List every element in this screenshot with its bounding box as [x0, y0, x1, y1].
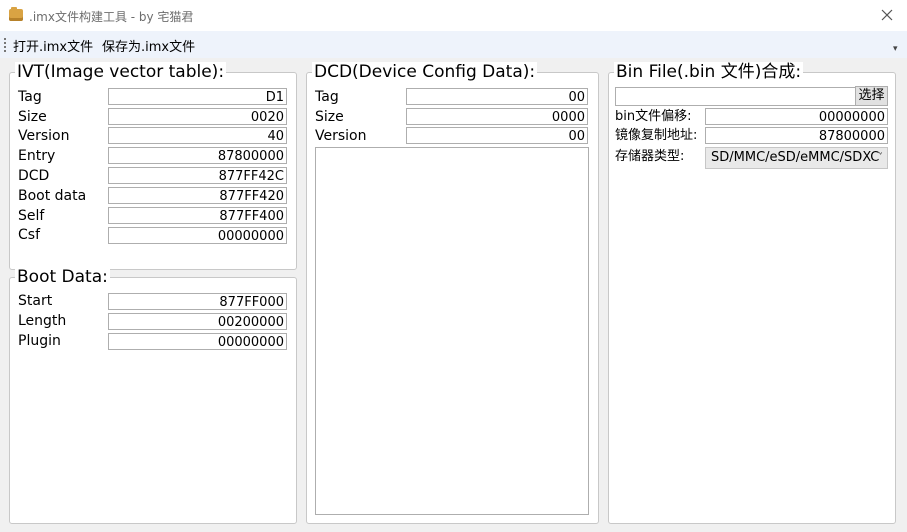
- boot-length-label: Length: [18, 313, 67, 329]
- dcd-data-textarea[interactable]: [315, 147, 589, 515]
- boot-data-legend: Boot Data:: [15, 267, 110, 287]
- choose-file-button[interactable]: 选择: [855, 86, 888, 106]
- menu-overflow-icon[interactable]: ▾: [893, 44, 898, 54]
- ivt-csf-label: Csf: [18, 227, 40, 243]
- storage-type-select[interactable]: SD/MMC/eSD/eMMC/SDXC ˅: [705, 147, 888, 169]
- dcd-tag-field[interactable]: 00: [406, 88, 588, 105]
- close-button[interactable]: [876, 5, 898, 25]
- dcd-size-label: Size: [315, 109, 344, 125]
- ivt-entry-field[interactable]: 87800000: [108, 147, 287, 164]
- dcd-version-field[interactable]: 00: [406, 127, 588, 144]
- toolbar-grip[interactable]: [4, 38, 8, 52]
- ivt-legend: IVT(Image vector table):: [15, 62, 227, 82]
- window-title: .imx文件构建工具 - by 宅猫君: [29, 10, 194, 24]
- ivt-dcd-label: DCD: [18, 168, 50, 184]
- open-imx-menu[interactable]: 打开.imx文件: [13, 36, 93, 55]
- ivt-bootdata-field[interactable]: 877FF420: [108, 187, 287, 204]
- ivt-tag-label: Tag: [18, 89, 42, 105]
- ivt-csf-field[interactable]: 00000000: [108, 227, 287, 244]
- ivt-bootdata-label: Boot data: [18, 188, 87, 204]
- chevron-down-icon: ˅: [878, 152, 883, 163]
- ivt-self-field[interactable]: 877FF400: [108, 207, 287, 224]
- title-bar: .imx文件构建工具 - by 宅猫君: [0, 0, 907, 31]
- bin-offset-field[interactable]: 00000000: [705, 108, 888, 125]
- dcd-legend: DCD(Device Config Data):: [312, 62, 538, 82]
- bin-file-legend: Bin File(.bin 文件)合成:: [614, 62, 804, 82]
- ivt-self-label: Self: [18, 208, 45, 224]
- ivt-size-field[interactable]: 0020: [108, 108, 287, 125]
- bin-path-input[interactable]: [615, 87, 856, 106]
- ivt-size-label: Size: [18, 109, 47, 125]
- dcd-size-field[interactable]: 0000: [406, 108, 588, 125]
- close-icon: [881, 9, 893, 21]
- save-imx-menu[interactable]: 保存为.imx文件: [102, 36, 195, 55]
- dcd-version-label: Version: [315, 128, 367, 144]
- dcd-tag-label: Tag: [315, 89, 339, 105]
- storage-type-value: SD/MMC/eSD/eMMC/SDXC: [711, 150, 880, 165]
- ivt-entry-label: Entry: [18, 148, 56, 164]
- ivt-tag-field[interactable]: D1: [108, 88, 287, 105]
- app-folder-icon: [9, 7, 23, 21]
- boot-length-field[interactable]: 00200000: [108, 313, 287, 330]
- storage-type-label: 存储器类型:: [615, 149, 685, 164]
- boot-plugin-label: Plugin: [18, 333, 61, 349]
- ivt-version-field[interactable]: 40: [108, 127, 287, 144]
- ivt-dcd-field[interactable]: 877FF42C: [108, 167, 287, 184]
- boot-plugin-field[interactable]: 00000000: [108, 333, 287, 350]
- copy-address-field[interactable]: 87800000: [705, 127, 888, 144]
- boot-start-label: Start: [18, 293, 53, 309]
- ivt-version-label: Version: [18, 128, 70, 144]
- bin-offset-label: bin文件偏移:: [615, 109, 692, 124]
- copy-address-label: 镜像复制地址:: [615, 128, 698, 143]
- boot-start-field[interactable]: 877FF000: [108, 293, 287, 310]
